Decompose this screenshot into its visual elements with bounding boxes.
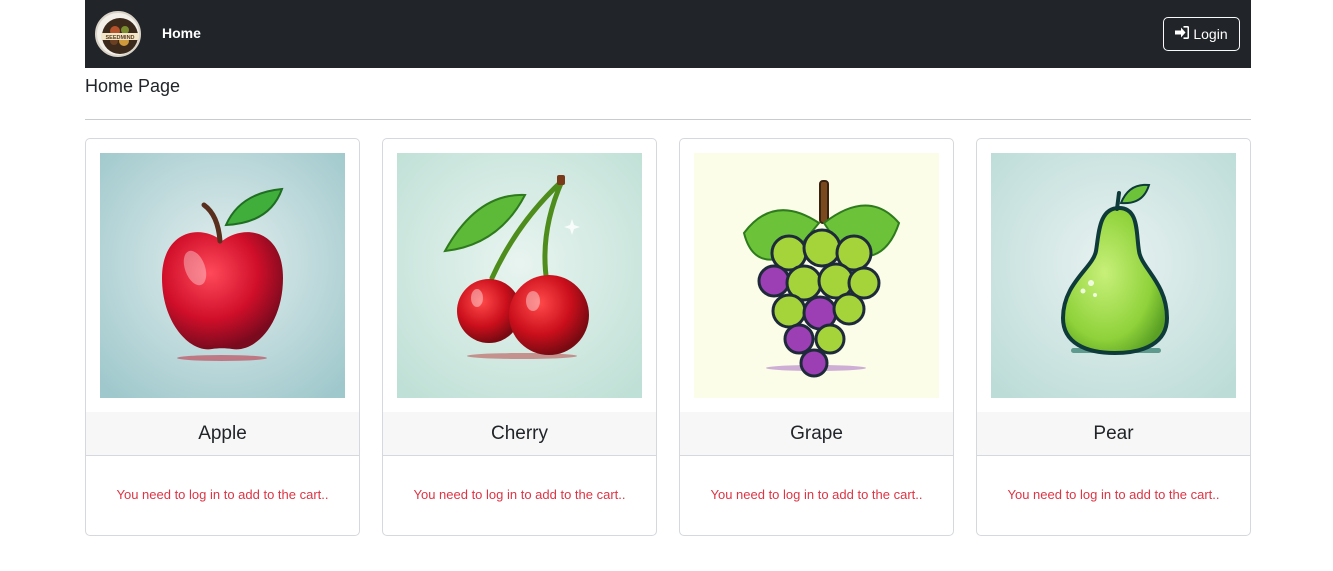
cherry-image	[397, 153, 642, 398]
apple-image	[100, 153, 345, 398]
product-card-cherry: Cherry You need to log in to add to the …	[382, 138, 657, 536]
login-required-message: You need to log in to add to the cart..	[413, 487, 626, 502]
nav-home-link[interactable]: Home	[162, 25, 201, 41]
top-navbar: SEEDMIND Home Login	[85, 0, 1251, 68]
login-required-message: You need to log in to add to the cart..	[1007, 487, 1220, 502]
grape-image	[694, 153, 939, 398]
login-required-message: You need to log in to add to the cart..	[710, 487, 923, 502]
sign-in-icon	[1175, 26, 1190, 42]
product-name: Pear	[977, 412, 1250, 456]
product-name: Cherry	[383, 412, 656, 456]
title-divider	[85, 119, 1251, 120]
login-button[interactable]: Login	[1163, 17, 1240, 51]
login-required-message: You need to log in to add to the cart..	[116, 487, 329, 502]
product-name: Grape	[680, 412, 953, 456]
page-title: Home Page	[85, 76, 181, 96]
pear-image	[991, 153, 1236, 398]
login-label: Login	[1193, 26, 1228, 42]
product-card-apple: Apple You need to log in to add to the c…	[85, 138, 360, 536]
product-card-grape: Grape You need to log in to add to the c…	[679, 138, 954, 536]
svg-text:SEEDMIND: SEEDMIND	[105, 35, 134, 41]
product-name: Apple	[86, 412, 359, 456]
brand-logo[interactable]: SEEDMIND	[95, 11, 141, 57]
product-card-pear: Pear You need to log in to add to the ca…	[976, 138, 1251, 536]
